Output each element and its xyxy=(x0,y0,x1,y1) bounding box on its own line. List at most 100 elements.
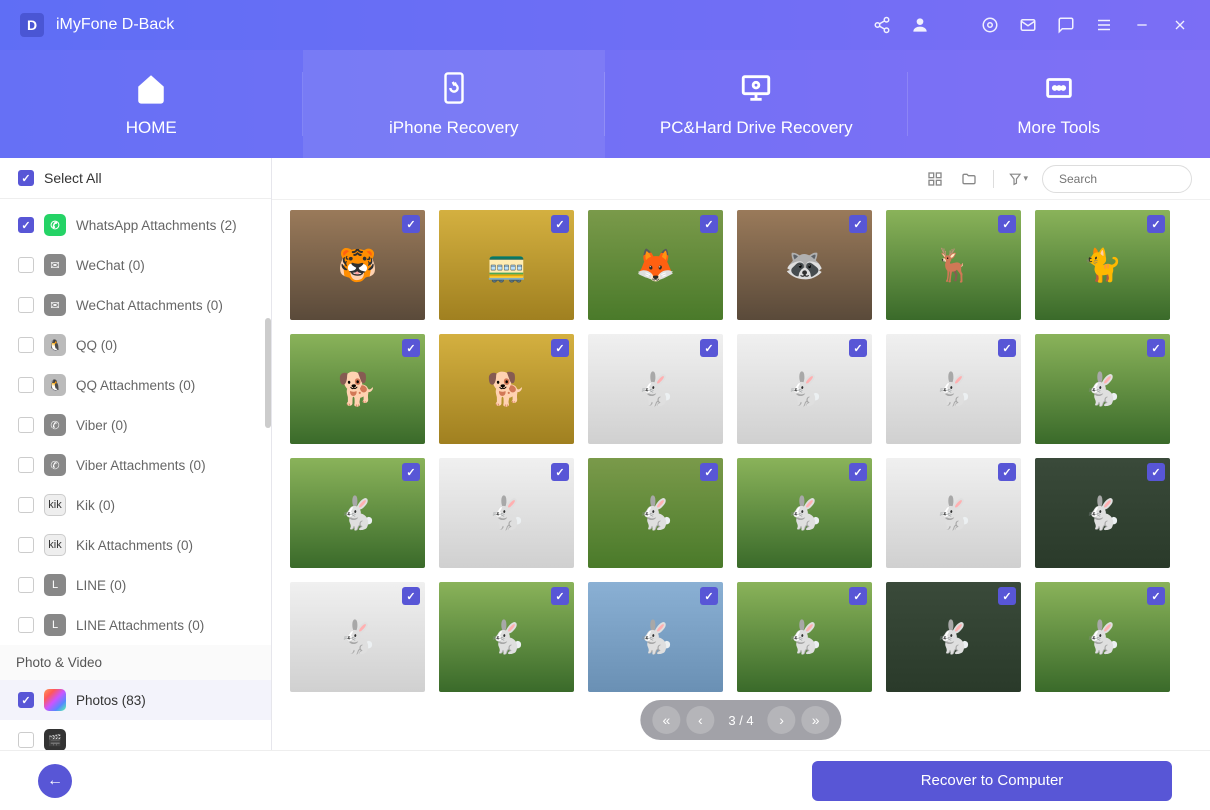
sidebar-item[interactable]: 🎬 xyxy=(0,720,271,750)
page-next-button[interactable]: › xyxy=(768,706,796,734)
thumbnail-checkbox[interactable] xyxy=(551,215,569,233)
tab-more-tools[interactable]: More Tools xyxy=(908,50,1210,158)
photo-thumbnail[interactable]: 🐇 xyxy=(588,334,723,444)
grid-view-icon[interactable] xyxy=(925,169,945,189)
thumbnail-checkbox[interactable] xyxy=(402,339,420,357)
photo-thumbnail[interactable]: 🐇 xyxy=(588,458,723,568)
photo-thumbnail[interactable]: 🐯 xyxy=(290,210,425,320)
photo-thumbnail[interactable]: 🦝 xyxy=(737,210,872,320)
back-button[interactable]: ← xyxy=(38,764,72,798)
photo-thumbnail[interactable]: 🐇 xyxy=(886,582,1021,692)
thumbnail-checkbox[interactable] xyxy=(402,587,420,605)
sidebar-item[interactable]: ✆ WhatsApp Attachments (2) xyxy=(0,205,271,245)
checkbox[interactable] xyxy=(18,217,34,233)
page-last-button[interactable]: » xyxy=(802,706,830,734)
thumbnail-checkbox[interactable] xyxy=(700,215,718,233)
checkbox[interactable] xyxy=(18,732,34,748)
photo-thumbnail[interactable]: 🐇 xyxy=(588,582,723,692)
checkbox[interactable] xyxy=(18,337,34,353)
checkbox[interactable] xyxy=(18,497,34,513)
checkbox[interactable] xyxy=(18,377,34,393)
thumbnail-checkbox[interactable] xyxy=(551,463,569,481)
filter-icon[interactable]: ▾ xyxy=(1008,169,1028,189)
photo-thumbnail[interactable]: 🐕 xyxy=(290,334,425,444)
tab-home[interactable]: HOME xyxy=(0,50,303,158)
photo-thumbnail[interactable]: 🐈 xyxy=(1035,210,1170,320)
thumbnail-checkbox[interactable] xyxy=(1147,215,1165,233)
photo-thumbnail[interactable]: 🦊 xyxy=(588,210,723,320)
thumbnail-checkbox[interactable] xyxy=(849,463,867,481)
thumbnail-checkbox[interactable] xyxy=(1147,339,1165,357)
search-box[interactable] xyxy=(1042,165,1192,193)
thumbnail-checkbox[interactable] xyxy=(700,339,718,357)
mail-icon[interactable] xyxy=(1018,15,1038,35)
sidebar-item[interactable]: ✆ Viber Attachments (0) xyxy=(0,445,271,485)
thumbnail-checkbox[interactable] xyxy=(849,587,867,605)
thumbnail-checkbox[interactable] xyxy=(1147,587,1165,605)
thumbnail-checkbox[interactable] xyxy=(700,463,718,481)
sidebar-item[interactable]: ✉ WeChat (0) xyxy=(0,245,271,285)
close-icon[interactable] xyxy=(1170,15,1190,35)
thumbnail-checkbox[interactable] xyxy=(998,339,1016,357)
line-icon: L xyxy=(44,614,66,636)
checkbox[interactable] xyxy=(18,537,34,553)
thumbnail-checkbox[interactable] xyxy=(998,463,1016,481)
photo-thumbnail[interactable]: 🐇 xyxy=(1035,334,1170,444)
checkbox[interactable] xyxy=(18,257,34,273)
user-icon[interactable] xyxy=(910,15,930,35)
thumbnail-checkbox[interactable] xyxy=(551,587,569,605)
photo-thumbnail[interactable]: 🐕 xyxy=(439,334,574,444)
thumbnail-checkbox[interactable] xyxy=(998,215,1016,233)
thumbnail-checkbox[interactable] xyxy=(849,215,867,233)
photo-thumbnail[interactable]: 🚃 xyxy=(439,210,574,320)
photo-thumbnail[interactable]: 🦌 xyxy=(886,210,1021,320)
photo-thumbnail[interactable]: 🐇 xyxy=(290,582,425,692)
search-input[interactable] xyxy=(1059,172,1210,186)
photo-thumbnail[interactable]: 🐇 xyxy=(439,458,574,568)
feedback-icon[interactable] xyxy=(1056,15,1076,35)
checkbox[interactable] xyxy=(18,617,34,633)
recover-button[interactable]: Recover to Computer xyxy=(812,761,1172,801)
photo-thumbnail[interactable]: 🐇 xyxy=(290,458,425,568)
sidebar-item[interactable]: L LINE (0) xyxy=(0,565,271,605)
photo-thumbnail[interactable]: 🐇 xyxy=(737,582,872,692)
thumbnail-checkbox[interactable] xyxy=(700,587,718,605)
scrollbar-thumb[interactable] xyxy=(265,318,271,428)
settings-icon[interactable] xyxy=(980,15,1000,35)
photo-thumbnail[interactable]: 🐇 xyxy=(1035,458,1170,568)
thumbnail-checkbox[interactable] xyxy=(402,215,420,233)
tab-pc-recovery[interactable]: PC&Hard Drive Recovery xyxy=(605,50,908,158)
sidebar-item[interactable]: kik Kik Attachments (0) xyxy=(0,525,271,565)
checkbox[interactable] xyxy=(18,417,34,433)
photo-thumbnail[interactable]: 🐇 xyxy=(439,582,574,692)
thumbnail-checkbox[interactable] xyxy=(1147,463,1165,481)
photo-thumbnail[interactable]: 🐇 xyxy=(737,458,872,568)
checkbox[interactable] xyxy=(18,457,34,473)
thumbnail-checkbox[interactable] xyxy=(402,463,420,481)
photo-thumbnail[interactable]: 🐇 xyxy=(886,334,1021,444)
thumbnail-checkbox[interactable] xyxy=(998,587,1016,605)
photo-thumbnail[interactable]: 🐇 xyxy=(1035,582,1170,692)
menu-icon[interactable] xyxy=(1094,15,1114,35)
checkbox[interactable] xyxy=(18,297,34,313)
photo-thumbnail[interactable]: 🐇 xyxy=(737,334,872,444)
sidebar-item[interactable]: 🐧 QQ (0) xyxy=(0,325,271,365)
select-all-row[interactable]: ✓ Select All xyxy=(0,158,271,199)
folder-view-icon[interactable] xyxy=(959,169,979,189)
sidebar-item[interactable]: kik Kik (0) xyxy=(0,485,271,525)
sidebar-item[interactable]: L LINE Attachments (0) xyxy=(0,605,271,645)
sidebar-item[interactable]: Photos (83) xyxy=(0,680,271,720)
thumbnail-checkbox[interactable] xyxy=(551,339,569,357)
minimize-icon[interactable] xyxy=(1132,15,1152,35)
checkbox[interactable] xyxy=(18,692,34,708)
thumbnail-checkbox[interactable] xyxy=(849,339,867,357)
page-first-button[interactable]: « xyxy=(652,706,680,734)
tab-iphone-recovery[interactable]: iPhone Recovery xyxy=(303,50,606,158)
sidebar-item[interactable]: ✆ Viber (0) xyxy=(0,405,271,445)
sidebar-item[interactable]: ✉ WeChat Attachments (0) xyxy=(0,285,271,325)
photo-thumbnail[interactable]: 🐇 xyxy=(886,458,1021,568)
page-prev-button[interactable]: ‹ xyxy=(686,706,714,734)
sidebar-item[interactable]: 🐧 QQ Attachments (0) xyxy=(0,365,271,405)
checkbox[interactable] xyxy=(18,577,34,593)
share-icon[interactable] xyxy=(872,15,892,35)
